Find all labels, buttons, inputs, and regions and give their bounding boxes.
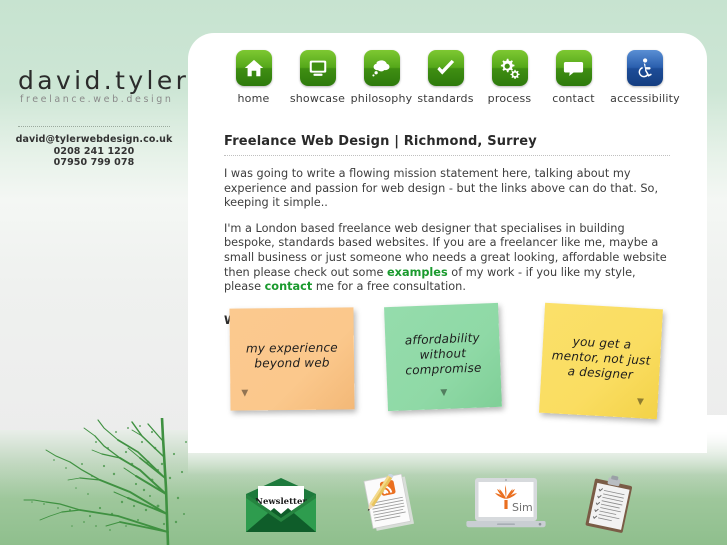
nav-label-process: process — [487, 92, 532, 105]
nav-label-standards: standards — [417, 92, 474, 105]
page-root: david.tyler freelance.web.design david@t… — [0, 0, 727, 545]
nav-item-showcase[interactable]: showcase — [286, 50, 349, 105]
newsletter-envelope-icon[interactable]: Newsletter — [244, 478, 318, 538]
title-divider — [224, 155, 670, 156]
laptop-sim-icon[interactable]: Sim — [464, 476, 548, 538]
site-logo-tagline: freelance.web.design — [20, 94, 174, 105]
note-affordability-text: affordability without compromise — [404, 330, 482, 377]
note-affordability[interactable]: affordability without compromise ▼ — [384, 302, 502, 412]
nav-item-contact[interactable]: contact — [542, 50, 605, 105]
gears-icon — [491, 50, 528, 86]
thought-bubble-icon — [363, 50, 400, 86]
nav-item-process[interactable]: process — [478, 50, 541, 105]
contact-phone-mobile: 07950 799 078 — [53, 157, 135, 169]
sticky-notes-group: my experience beyond web ▼ affordability… — [224, 298, 684, 428]
sidebar-divider — [18, 126, 170, 127]
paragraph2-text-c: me for a free consultation. — [312, 280, 466, 294]
note-corner-glyph-icon: ▼ — [636, 397, 645, 408]
site-logo-title[interactable]: david.tyler — [18, 66, 189, 95]
monitor-icon — [299, 50, 336, 86]
nav-label-philosophy: philosophy — [350, 92, 413, 105]
link-contact[interactable]: contact — [265, 280, 313, 293]
nav-item-philosophy[interactable]: philosophy — [350, 50, 413, 105]
intro-paragraph-1: I was going to write a flowing mission s… — [224, 167, 659, 210]
note-corner-glyph-icon: ▼ — [440, 387, 448, 399]
speech-bubble-icon — [555, 50, 592, 86]
house-icon — [235, 50, 272, 86]
blog-rss-document-icon[interactable] — [360, 472, 418, 540]
nav-item-accessibility[interactable]: accessibility — [606, 50, 684, 105]
intro-paragraph-2: I'm a London based freelance web designe… — [224, 222, 670, 295]
wheelchair-icon — [627, 50, 663, 86]
sidebar: david.tyler freelance.web.design david@t… — [0, 0, 188, 190]
contact-details: david@tylerwebdesign.co.uk 0208 241 1220… — [0, 134, 188, 169]
clipboard-checklist-icon[interactable] — [580, 474, 640, 540]
main-navigation: home showcase philosophy standards proce… — [222, 50, 712, 112]
nav-label-contact: contact — [552, 92, 595, 105]
nav-label-accessibility: accessibility — [610, 92, 680, 105]
note-mentor[interactable]: you get a mentor, not just a designer ▼ — [539, 302, 663, 420]
note-corner-glyph-icon: ▼ — [241, 388, 249, 399]
contact-email[interactable]: david@tylerwebdesign.co.uk — [0, 134, 188, 146]
page-title: Freelance Web Design | Richmond, Surrey — [224, 134, 537, 149]
note-experience[interactable]: my experience beyond web ▼ — [229, 307, 355, 411]
tree-illustration — [0, 418, 190, 545]
note-experience-text: my experience beyond web — [245, 340, 338, 371]
contact-phone-landline: 0208 241 1220 — [53, 145, 135, 157]
checkmark-icon — [427, 50, 464, 86]
nav-label-showcase: showcase — [289, 92, 346, 105]
link-examples[interactable]: examples — [387, 266, 448, 279]
note-mentor-text: you get a mentor, not just a designer — [551, 333, 651, 382]
nav-item-standards[interactable]: standards — [414, 50, 477, 105]
footer-icon-row: Newsletter Sim — [224, 470, 684, 540]
sim-label: Sim — [512, 501, 533, 514]
nav-item-home[interactable]: home — [222, 50, 285, 105]
nav-label-home: home — [237, 92, 270, 105]
